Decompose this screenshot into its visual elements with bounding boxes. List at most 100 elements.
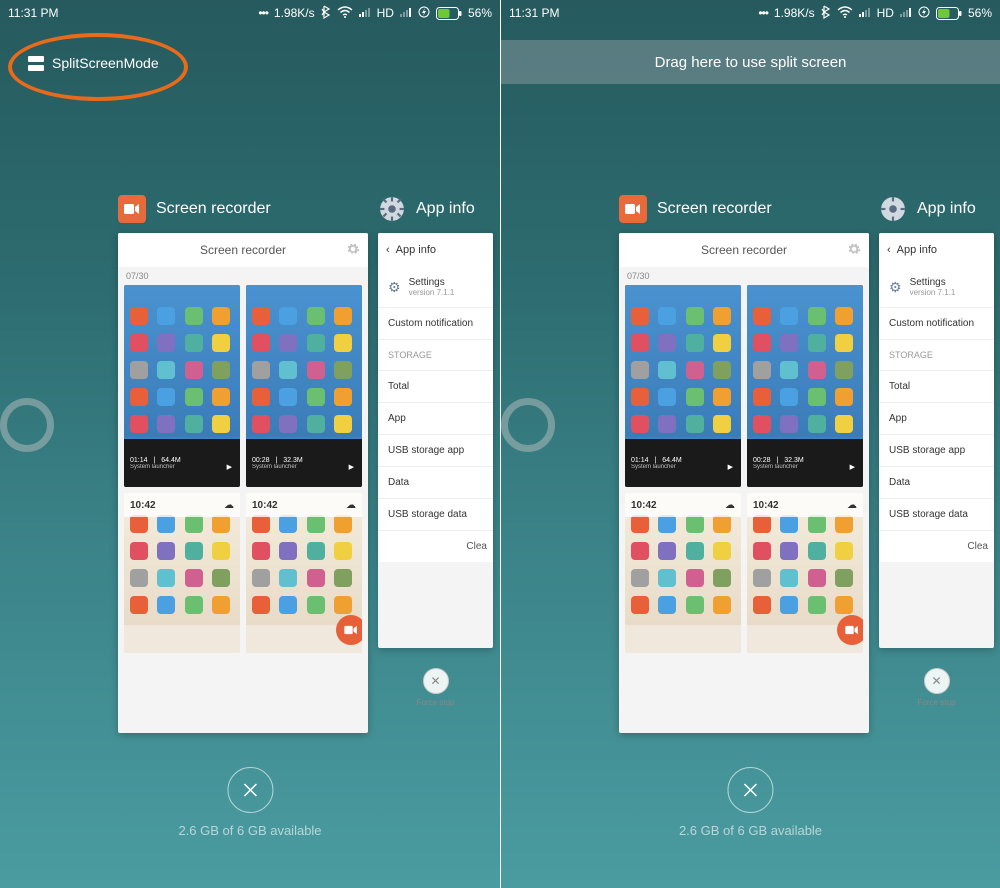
wifi-icon (337, 6, 353, 21)
clear-button[interactable]: Clea (879, 531, 994, 562)
more-icon (758, 6, 768, 20)
close-all[interactable]: 2.6 GB of 6 GB available (679, 767, 822, 838)
card-title-row: Screen recorder (118, 195, 368, 223)
sr-date: 07/30 (619, 267, 869, 285)
charging-icon (918, 6, 930, 21)
list-item[interactable]: Custom notification (378, 308, 493, 340)
record-fab[interactable] (336, 615, 362, 645)
ai-header[interactable]: ‹ App info (879, 233, 994, 267)
thumb-home (246, 285, 362, 437)
card-ai-title: App info (917, 200, 976, 218)
force-stop-label: Force stop (417, 698, 455, 707)
card-ai-body[interactable]: ‹ App info ⚙Settingsversion 7.1.1 Custom … (879, 233, 994, 648)
play-icon[interactable]: ▶ (349, 463, 354, 471)
recording-thumb[interactable]: 10:42☁ (124, 493, 240, 653)
recording-thumb[interactable]: 00:28 | 32.3M System launcher ▶ (246, 285, 362, 487)
close-all-button[interactable] (728, 767, 774, 813)
card-sr-body[interactable]: Screen recorder 07/30 01:14 | 64.4MSyste… (619, 233, 869, 733)
close-all-button[interactable] (227, 767, 273, 813)
bluetooth-icon (321, 5, 331, 22)
section-head: STORAGE (378, 340, 493, 371)
gear-icon: ⚙ (889, 279, 902, 296)
thumb-info: 00:28 | 32.3M System launcher ▶ (246, 439, 362, 487)
more-icon (258, 6, 268, 20)
list-item[interactable]: App (879, 403, 994, 435)
ai-settings-version: version 7.1.1 (409, 288, 455, 297)
battery-icon (936, 7, 962, 20)
list-item[interactable]: Total (378, 371, 493, 403)
card-sr-body[interactable]: Screen recorder 07/30 01:14 | 64.4M Syst… (118, 233, 368, 733)
card-sr-title: Screen recorder (657, 200, 772, 218)
ai-header-text: App info (396, 244, 436, 256)
close-all[interactable]: 2.6 GB of 6 GB available (178, 767, 321, 838)
gear-icon[interactable] (847, 242, 861, 259)
watermark-circle (501, 398, 555, 452)
recording-thumb[interactable]: 10:42☁ (747, 493, 863, 653)
card-ai-body[interactable]: ‹ App info ⚙ Settings version 7.1.1 Cust… (378, 233, 493, 648)
bluetooth-icon (821, 5, 831, 22)
sr-thumbs: 01:14 | 64.4M System launcher ▶ 00:28 | … (118, 285, 368, 653)
sr-header-text: Screen recorder (701, 243, 787, 257)
signal2-icon (900, 6, 912, 20)
record-fab[interactable] (837, 615, 863, 645)
recording-thumb[interactable]: 01:14 | 64.4M System launcher ▶ (124, 285, 240, 487)
ai-settings-row[interactable]: ⚙ Settings version 7.1.1 (378, 267, 493, 308)
close-icon[interactable]: ✕ (924, 668, 950, 694)
back-icon[interactable]: ‹ (386, 244, 390, 256)
status-bar: 11:31 PM 1.98K/s HD 56% (0, 0, 500, 26)
section-head: STORAGE (879, 340, 994, 371)
settings-icon (378, 195, 406, 223)
status-right: 1.98K/s HD 56% (758, 5, 992, 22)
memory-text: 2.6 GB of 6 GB available (679, 823, 822, 838)
ai-settings-row[interactable]: ⚙Settingsversion 7.1.1 (879, 267, 994, 308)
sr-header: Screen recorder (619, 233, 869, 267)
net-speed: 1.98K/s (274, 6, 315, 20)
signal2-icon (400, 6, 412, 20)
card-ai-title: App info (416, 200, 475, 218)
list-item[interactable]: USB storage data (378, 499, 493, 531)
force-stop[interactable]: ✕ Force stop (378, 668, 493, 707)
play-icon[interactable]: ▶ (728, 463, 733, 471)
list-item[interactable]: USB storage data (879, 499, 994, 531)
list-item[interactable]: App (378, 403, 493, 435)
list-item[interactable]: USB storage app (879, 435, 994, 467)
list-item[interactable]: Custom notification (879, 308, 994, 340)
right-panel: 11:31 PM 1.98K/s HD 56% Drag here to use… (500, 0, 1000, 888)
signal-icon (359, 6, 371, 20)
thumb-info: 01:14 | 64.4M System launcher ▶ (124, 439, 240, 487)
battery-pct: 56% (468, 6, 492, 20)
recording-thumb[interactable]: 10:42☁ (246, 493, 362, 653)
list-item[interactable]: Total (879, 371, 994, 403)
gear-icon[interactable] (346, 242, 360, 259)
back-icon[interactable]: ‹ (887, 244, 891, 256)
recording-thumb[interactable]: 01:14 | 64.4MSystem launcher▶ (625, 285, 741, 487)
list-item[interactable]: Data (378, 467, 493, 499)
force-stop[interactable]: ✕ Force stop (879, 668, 994, 707)
list-item[interactable]: Data (879, 467, 994, 499)
play-icon[interactable]: ▶ (850, 463, 855, 471)
signal-icon (859, 6, 871, 20)
ai-header[interactable]: ‹ App info (378, 233, 493, 267)
charging-icon (418, 6, 430, 21)
thumb-home (747, 285, 863, 437)
list-item[interactable]: USB storage app (378, 435, 493, 467)
sr-thumbs: 01:14 | 64.4MSystem launcher▶ 00:28 | 32… (619, 285, 869, 653)
recording-thumb[interactable]: 00:28 | 32.3MSystem launcher▶ (747, 285, 863, 487)
sr-date: 07/30 (118, 267, 368, 285)
left-panel: 11:31 PM 1.98K/s HD 56% (0, 0, 500, 888)
status-time: 11:31 PM (509, 6, 559, 20)
recording-thumb[interactable]: 10:42☁ (625, 493, 741, 653)
card-app-info[interactable]: App info ‹ App info ⚙ Settings version 7… (378, 195, 493, 888)
play-icon[interactable]: ▶ (227, 463, 232, 471)
annotation-ring (8, 33, 188, 101)
clear-button[interactable]: Clea (378, 531, 493, 562)
wifi-icon (837, 6, 853, 21)
ai-header-text: App info (897, 244, 937, 256)
drag-hint-text: Drag here to use split screen (655, 54, 847, 71)
sr-header-text: Screen recorder (200, 243, 286, 257)
ai-settings-name: Settings (409, 277, 445, 288)
drag-drop-zone[interactable]: Drag here to use split screen (501, 40, 1000, 84)
card-app-info[interactable]: App info ‹ App info ⚙Settingsversion 7.1.… (879, 195, 994, 888)
close-icon[interactable]: ✕ (423, 668, 449, 694)
status-right: 1.98K/s HD 56% (258, 5, 492, 22)
